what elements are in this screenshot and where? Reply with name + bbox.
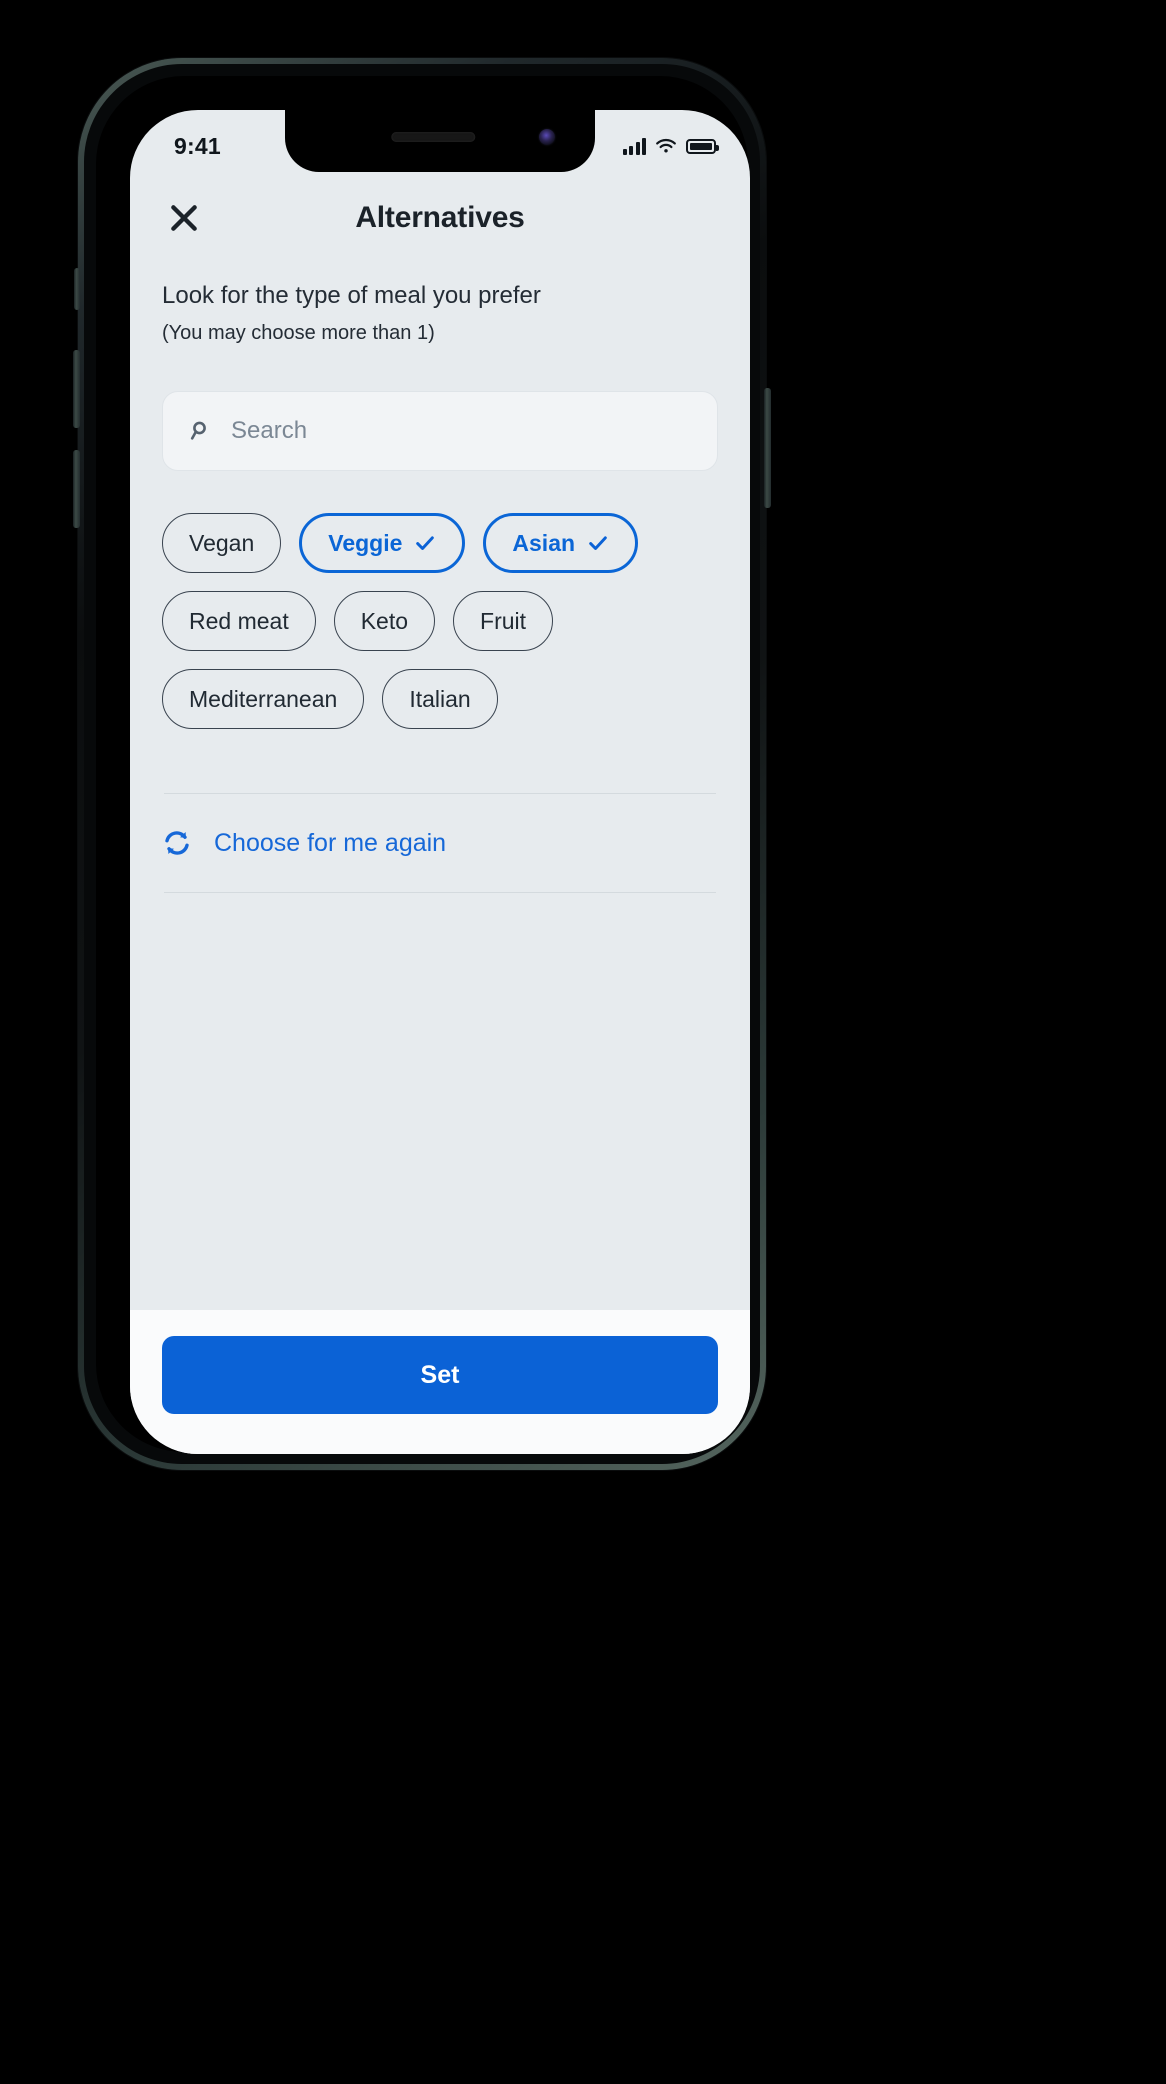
phone-screen: 9:41 Alternatives Look for the type of m… <box>130 110 750 1454</box>
search-field[interactable]: Search <box>162 391 718 471</box>
set-button[interactable]: Set <box>162 1336 718 1414</box>
choose-for-me-again-button[interactable]: Choose for me again <box>162 794 718 892</box>
divider-bottom <box>164 892 716 893</box>
checkmark-icon <box>416 536 435 550</box>
chip-asian[interactable]: Asian <box>483 513 639 573</box>
device-midframe: 9:41 Alternatives Look for the type of m… <box>84 64 760 1464</box>
volume-down-button[interactable] <box>73 450 80 528</box>
battery-full-icon <box>686 138 719 154</box>
power-button[interactable] <box>764 388 771 508</box>
screenshot-canvas: 9:41 Alternatives Look for the type of m… <box>0 0 1166 2084</box>
mute-switch[interactable] <box>74 268 80 310</box>
chip-mediterranean[interactable]: Mediterranean <box>162 669 365 729</box>
chip-label: Veggie <box>328 529 403 556</box>
chip-label: Italian <box>409 685 471 712</box>
chip-label: Fruit <box>480 607 527 634</box>
chip-italian[interactable]: Italian <box>382 669 498 729</box>
choose-for-me-again-label: Choose for me again <box>214 828 447 857</box>
chip-keto[interactable]: Keto <box>333 591 436 651</box>
scroll-content[interactable]: Alternatives Look for the type of meal y… <box>130 172 750 1310</box>
phone-device-frame: 9:41 Alternatives Look for the type of m… <box>73 58 771 1470</box>
footer-action-bar: Set <box>130 1310 750 1454</box>
chip-label: Asian <box>512 529 576 556</box>
chip-label: Mediterranean <box>189 685 338 712</box>
volume-up-button[interactable] <box>73 350 80 428</box>
chip-label: Vegan <box>189 529 255 556</box>
chip-fruit[interactable]: Fruit <box>453 591 554 651</box>
status-bar-icons <box>622 137 719 155</box>
chip-vegan[interactable]: Vegan <box>162 513 282 573</box>
front-camera-icon <box>539 129 555 145</box>
page-title: Alternatives <box>355 201 525 234</box>
earpiece-speaker-icon <box>391 132 476 142</box>
search-icon <box>190 421 206 440</box>
chip-label: Red meat <box>189 607 289 634</box>
wifi-icon <box>656 138 676 153</box>
chip-label: Keto <box>360 607 409 634</box>
intro-line-secondary: (You may choose more than 1) <box>162 322 435 344</box>
checkmark-icon <box>589 536 607 550</box>
search-input-placeholder: Search <box>231 417 308 444</box>
refresh-icon <box>165 831 189 855</box>
chip-veggie[interactable]: Veggie <box>299 513 466 573</box>
intro-line-primary: Look for the type of meal you prefer <box>162 282 541 309</box>
device-bezel: 9:41 Alternatives Look for the type of m… <box>96 76 750 1454</box>
display-notch <box>285 110 595 172</box>
cellular-bars-icon <box>622 137 646 155</box>
alternatives-screen: Alternatives Look for the type of meal y… <box>130 110 750 1454</box>
screen-header: Alternatives <box>162 172 718 264</box>
meal-type-chip-group: Vegan Veggie Asian Red meat Keto Fruit Mediter… <box>162 513 718 729</box>
chip-red-meat[interactable]: Red meat <box>162 591 316 651</box>
status-bar-time: 9:41 <box>174 132 221 159</box>
